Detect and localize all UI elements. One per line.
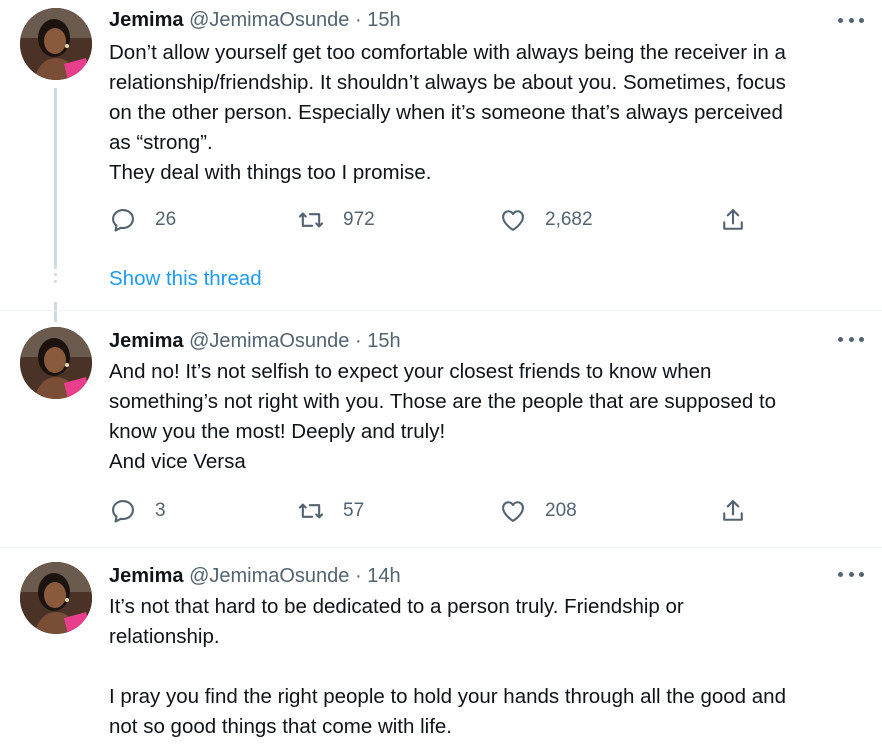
tweet-header: Jemima @JemimaOsunde · 15h: [109, 8, 401, 32]
avatar-image: [20, 8, 92, 80]
retweet-icon: [298, 503, 324, 519]
tweet-line: on the other person. Especially when it’…: [109, 101, 783, 124]
retweet-count: 57: [343, 500, 365, 521]
tweet-line: Don’t allow yourself get too comfortable…: [109, 41, 786, 64]
tweet-3[interactable]: Jemima @JemimaOsunde · 14h It’s not that…: [0, 562, 882, 745]
tweet-actions: 3 57 208: [109, 496, 749, 526]
tweet-header: Jemima @JemimaOsunde · 14h: [109, 564, 401, 588]
retweet-count: 972: [343, 209, 375, 230]
retweet-button[interactable]: 972: [297, 205, 375, 235]
show-thread-link[interactable]: Show this thread: [109, 267, 262, 291]
tweet-text: Don’t allow yourself get too comfortable…: [109, 38, 869, 188]
author-name[interactable]: Jemima: [109, 330, 184, 352]
thread-dots: [54, 266, 57, 287]
tweet-line: It’s not that hard to be dedicated to a …: [109, 595, 684, 618]
avatar-image: [20, 327, 92, 399]
more-icon[interactable]: [838, 327, 864, 351]
reply-icon: [112, 209, 134, 232]
like-count: 2,682: [545, 209, 593, 230]
tweet-line: And no! It’s not selfish to expect your …: [109, 360, 712, 383]
tweet-line: know you the most! Deeply and truly!: [109, 420, 446, 443]
tweet-line: relationship.: [109, 625, 220, 648]
tweet-line: something’s not right with you. Those ar…: [109, 390, 777, 413]
separator: ·: [355, 9, 362, 31]
author-handle[interactable]: @JemimaOsunde: [189, 330, 349, 352]
avatar[interactable]: [20, 562, 92, 634]
share-button[interactable]: [719, 205, 747, 235]
timestamp[interactable]: 15h: [367, 330, 400, 352]
avatar[interactable]: [20, 8, 92, 80]
like-button[interactable]: 208: [499, 496, 577, 526]
like-icon: [502, 210, 524, 231]
avatar-image: [20, 562, 92, 634]
more-icon[interactable]: [838, 8, 864, 32]
tweet-line: I pray you find the right people to hold…: [109, 685, 786, 708]
tweet-line: relationship/friendship. It shouldn’t al…: [109, 71, 786, 94]
share-icon: [723, 209, 743, 230]
author-handle[interactable]: @JemimaOsunde: [189, 9, 349, 31]
separator: ·: [355, 330, 362, 352]
tweet-line: not so good things that come with life.: [109, 715, 453, 738]
tweet-text: It’s not that hard to be dedicated to a …: [109, 592, 869, 742]
like-button[interactable]: 2,682: [499, 205, 593, 235]
tweet-1[interactable]: Jemima @JemimaOsunde · 15h Don’t allow y…: [0, 8, 882, 266]
like-icon: [502, 501, 524, 522]
thread-line: [54, 88, 57, 266]
timestamp[interactable]: 15h: [367, 9, 400, 31]
reply-count: 3: [155, 500, 166, 521]
tweet-line: They deal with things too I promise.: [109, 161, 432, 184]
divider: [0, 547, 882, 548]
tweet-text: And no! It’s not selfish to expect your …: [109, 357, 869, 477]
share-button[interactable]: [719, 496, 747, 526]
timestamp[interactable]: 14h: [367, 565, 400, 587]
tweet-line: And vice Versa: [109, 450, 246, 473]
reply-icon: [112, 500, 134, 523]
divider: [0, 310, 882, 311]
separator: ·: [355, 565, 362, 587]
author-name[interactable]: Jemima: [109, 565, 184, 587]
avatar[interactable]: [20, 327, 92, 399]
reply-button[interactable]: 26: [109, 205, 176, 235]
like-count: 208: [545, 500, 577, 521]
tweet-2[interactable]: Jemima @JemimaOsunde · 15h And no! It’s …: [0, 327, 882, 537]
tweet-line: as “strong”.: [109, 131, 213, 154]
reply-count: 26: [155, 209, 177, 230]
author-name[interactable]: Jemima: [109, 9, 184, 31]
tweet-header: Jemima @JemimaOsunde · 15h: [109, 329, 401, 353]
thread-line: [54, 302, 57, 322]
tweet-actions: 26 972 2,682: [109, 205, 749, 235]
share-icon: [723, 500, 743, 521]
author-handle[interactable]: @JemimaOsunde: [189, 565, 349, 587]
more-icon[interactable]: [838, 562, 864, 586]
reply-button[interactable]: 3: [109, 496, 166, 526]
retweet-button[interactable]: 57: [297, 496, 364, 526]
retweet-icon: [298, 212, 324, 228]
